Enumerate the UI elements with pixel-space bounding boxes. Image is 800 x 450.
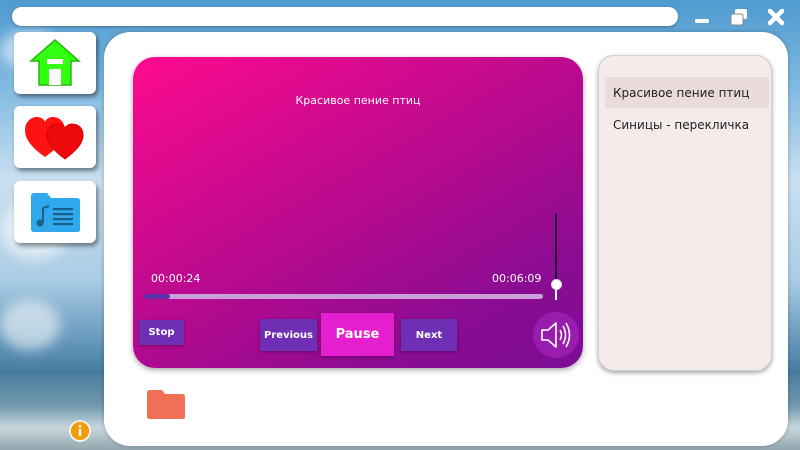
info-icon [69,420,91,442]
playlist-panel: Красивое пение птиц Синицы - перекличка [598,55,772,371]
next-button[interactable]: Next [401,319,457,351]
nav-favorites-button[interactable] [14,106,96,168]
music-folder-icon [31,193,80,232]
window-title-bar[interactable] [12,7,678,26]
player-panel: Красивое пение птиц 00:00:24 00:06:09 St… [133,57,583,368]
restore-button[interactable] [727,5,751,29]
progress-fill [144,294,170,299]
current-time: 00:00:24 [151,272,201,285]
background-cloud [0,300,60,350]
info-button[interactable] [69,420,91,442]
mute-button[interactable] [533,312,579,358]
volume-slider-fill [555,289,557,300]
pause-button[interactable]: Pause [321,313,394,356]
hearts-icon [25,117,84,160]
minimize-button[interactable] [690,5,714,29]
playlist-item[interactable]: Синицы - перекличка [605,109,769,140]
total-time: 00:06:09 [492,272,542,285]
speaker-icon [541,322,571,348]
volume-slider-track[interactable] [555,213,557,283]
volume-slider-thumb[interactable] [551,279,562,290]
open-folder-button[interactable] [146,388,186,420]
close-button[interactable] [764,5,788,29]
playlist-item[interactable]: Красивое пение птиц [605,77,769,108]
previous-button[interactable]: Previous [260,319,317,351]
minimize-icon [695,19,709,23]
stop-button[interactable]: Stop [139,320,184,345]
nav-playlists-button[interactable] [14,181,96,243]
track-title: Красивое пение птиц [295,94,421,107]
home-icon [29,39,81,86]
nav-home-button[interactable] [14,32,96,94]
close-icon [767,8,785,26]
restore-icon [730,9,747,26]
folder-icon [147,390,185,419]
progress-bar[interactable] [144,294,543,299]
